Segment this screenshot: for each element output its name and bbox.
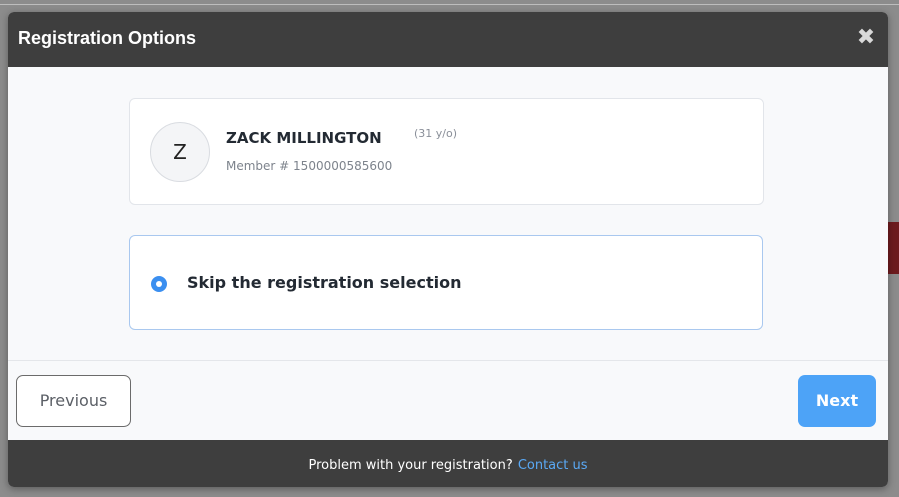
- registration-options-modal: Registration Options ✖ Z ZACK MILLINGTON…: [8, 12, 888, 487]
- member-card: Z ZACK MILLINGTON (31 y/o) Member # 1500…: [129, 98, 764, 205]
- previous-button[interactable]: Previous: [16, 375, 131, 427]
- modal-title: Registration Options: [18, 28, 197, 48]
- footer-divider: [8, 360, 888, 361]
- backdrop-divider: [0, 4, 899, 5]
- close-icon[interactable]: ✖: [856, 26, 876, 50]
- next-button[interactable]: Next: [798, 375, 876, 427]
- avatar: Z: [150, 122, 210, 182]
- option-label: Skip the registration selection: [187, 273, 462, 292]
- member-age: (31 y/o): [414, 127, 458, 140]
- contact-us-link[interactable]: Contact us: [518, 458, 588, 473]
- member-number: Member # 1500000585600: [226, 159, 393, 173]
- member-name: ZACK MILLINGTON: [226, 129, 382, 147]
- footer-text: Problem with your registration?: [308, 458, 513, 473]
- radio-dot: [156, 281, 162, 287]
- modal-footer: Problem with your registration? Contact …: [8, 440, 888, 487]
- option-skip-registration[interactable]: Skip the registration selection: [129, 235, 763, 330]
- radio-selected-icon[interactable]: [151, 276, 167, 292]
- modal-header: Registration Options ✖: [8, 12, 888, 67]
